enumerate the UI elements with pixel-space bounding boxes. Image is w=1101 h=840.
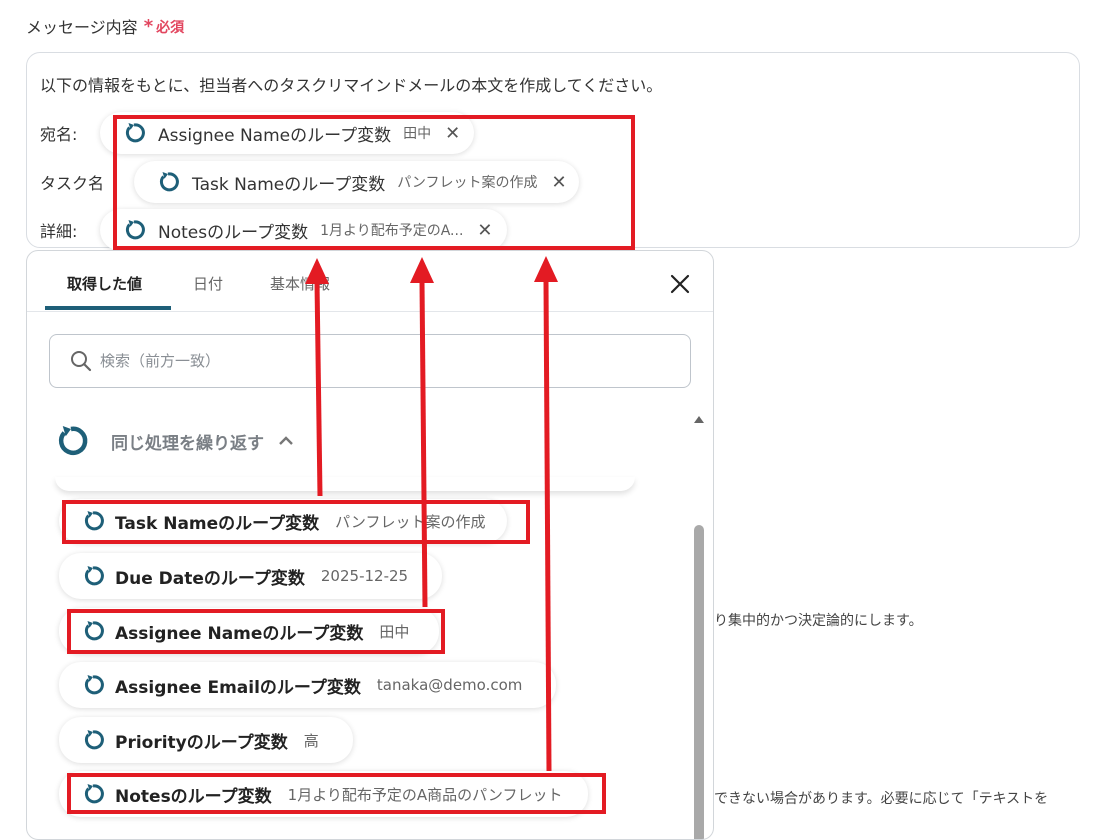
scroll-up-arrow-icon[interactable] [694,416,704,423]
loop-icon [84,730,104,750]
variable-pill-assignee-name[interactable]: Assignee Nameのループ変数 田中 ✕ [100,112,475,154]
scrolled-item-edge [55,477,635,491]
variable-picker-panel: 取得した値 日付 基本情報 同じ処理を繰り返す Task Nameのループ変数 … [26,250,714,840]
field-label: メッセージ内容 [26,18,138,37]
loop-icon [159,172,179,192]
list-item-value: 1月より配布予定のA商品のパンフレット [287,785,563,804]
loop-icon [125,123,145,143]
chevron-up-icon[interactable] [278,435,294,447]
list-item-task-name[interactable]: Task Nameのループ変数 パンフレット案の作成 [59,499,508,543]
list-item-name: Task Nameのループ変数 [115,513,320,534]
details-label: 詳細: [40,222,78,241]
loop-icon [84,675,104,695]
loop-icon [84,784,104,804]
field-label-row: メッセージ内容 * 必須 [26,14,184,38]
list-item-value: tanaka@demo.com [376,676,523,694]
variable-pill-name: Notesのループ変数 [158,222,309,243]
close-icon[interactable] [667,271,693,297]
list-item-value: 2025-12-25 [320,567,409,585]
variable-pill-value: 1月より配布予定のA... [320,223,464,239]
background-text-2: できない場合があります。必要に応じて「テキストを [714,791,1049,807]
loop-icon [125,220,145,240]
tab-bar: 取得した値 日付 基本情報 [27,251,713,312]
list-item-priority[interactable]: Priorityのループ変数 高 [59,717,353,763]
loop-group-header[interactable]: 同じ処理を繰り返す [53,423,294,459]
search-box[interactable] [49,334,691,388]
background-text-1: り集中的かつ決定論的にします。 [714,613,923,629]
tab-basic-info[interactable]: 基本情報 [270,273,330,294]
addressee-label: 宛名: [40,125,78,144]
remove-variable-icon[interactable]: ✕ [552,172,567,193]
loop-icon [58,426,88,456]
task-name-label: タスク名 [40,174,105,193]
scrollbar-thumb[interactable] [694,525,704,839]
list-item-assignee-name[interactable]: Assignee Nameのループ変数 田中 [59,608,440,654]
list-item-value: 田中 [379,622,410,641]
loop-icon [84,621,104,641]
list-item-name: Due Dateのループ変数 [115,568,305,589]
variable-pill-name: Task Nameのループ変数 [192,174,386,195]
list-item-value: 高 [303,731,319,750]
variable-pill-notes[interactable]: Notesのループ変数 1月より配布予定のA... ✕ [100,209,507,251]
active-tab-indicator [45,306,171,310]
loop-icon [84,511,104,531]
list-item-name: Assignee Nameのループ変数 [115,623,364,644]
list-item-notes[interactable]: Notesのループ変数 1月より配布予定のA商品のパンフレット [59,771,589,817]
remove-variable-icon[interactable]: ✕ [445,123,460,144]
list-item-assignee-email[interactable]: Assignee Emailのループ変数 tanaka@demo.com [59,662,557,708]
search-input[interactable] [98,351,602,371]
variable-pill-name: Assignee Nameのループ変数 [158,125,392,146]
message-intro-text: 以下の情報をもとに、担当者へのタスクリマインドメールの本文を作成してください。 [40,76,663,95]
loop-group-title: 同じ処理を繰り返す [111,433,264,454]
tab-retrieved-values[interactable]: 取得した値 [67,273,142,294]
search-icon [71,351,92,372]
variable-pill-value: パンフレット案の作成 [397,175,538,191]
list-item-name: Assignee Emailのループ変数 [115,677,361,698]
list-item-name: Priorityのループ変数 [115,732,288,753]
list-item-name: Notesのループ変数 [115,786,272,807]
loop-icon [84,566,104,586]
required-badge: * 必須 [143,15,185,37]
required-asterisk-icon: * [143,15,154,37]
variable-pill-task-name[interactable]: Task Nameのループ変数 パンフレット案の作成 ✕ [134,161,579,203]
list-item-value: パンフレット案の作成 [335,512,486,531]
variable-pill-value: 田中 [403,126,432,142]
tab-date[interactable]: 日付 [193,273,223,294]
list-item-due-date[interactable]: Due Dateのループ変数 2025-12-25 [59,553,443,599]
remove-variable-icon[interactable]: ✕ [477,220,492,241]
